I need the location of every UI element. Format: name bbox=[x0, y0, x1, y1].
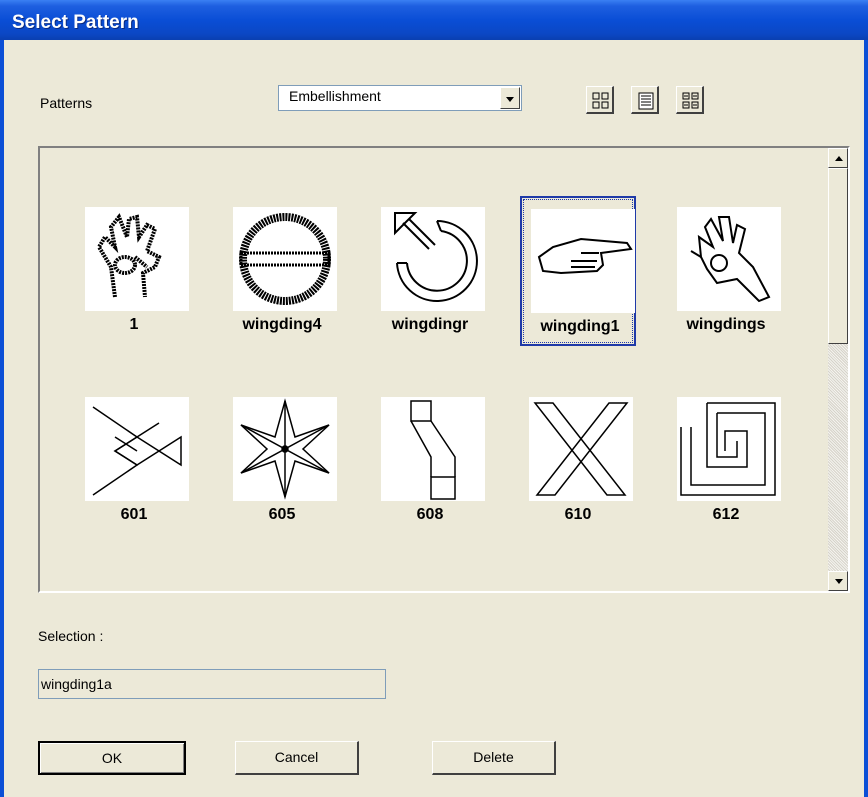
pattern-label: wingding1 bbox=[540, 318, 620, 335]
chevron-down-icon bbox=[506, 97, 514, 102]
title-bar: Select Pattern bbox=[0, 0, 868, 40]
window-title: Select Pattern bbox=[12, 12, 139, 33]
pattern-item[interactable]: 605 bbox=[224, 386, 340, 536]
diamond-chain-icon bbox=[92, 406, 182, 496]
ok-hand-icon bbox=[690, 216, 771, 303]
pattern-thumbnail bbox=[381, 207, 485, 311]
small-icons-icon bbox=[682, 92, 699, 109]
pattern-label: 610 bbox=[564, 506, 592, 523]
pattern-item[interactable]: 608 bbox=[372, 386, 488, 536]
large-icons-view-button[interactable] bbox=[586, 86, 614, 114]
pattern-thumbnail bbox=[531, 209, 635, 313]
pattern-label: 601 bbox=[120, 506, 148, 523]
zigzag-squares-icon bbox=[410, 400, 456, 500]
pattern-thumbnail bbox=[233, 207, 337, 311]
vertical-scrollbar[interactable] bbox=[828, 148, 848, 591]
pattern-label: wingdings bbox=[686, 316, 766, 333]
category-select[interactable]: Embellishment bbox=[278, 85, 522, 111]
large-icons-icon bbox=[592, 92, 609, 109]
pattern-item[interactable]: 612 bbox=[668, 386, 784, 536]
pattern-label: 608 bbox=[416, 506, 444, 523]
chevron-down-icon bbox=[835, 579, 843, 584]
selection-label: Selection : bbox=[38, 628, 104, 644]
pattern-item-selected[interactable]: wingding1 bbox=[520, 196, 636, 346]
circle-bar-icon bbox=[239, 213, 331, 305]
window-frame-right bbox=[864, 40, 868, 797]
window-frame-left bbox=[0, 40, 4, 797]
pattern-item[interactable]: 1 bbox=[76, 196, 192, 346]
pattern-label: 605 bbox=[268, 506, 296, 523]
x-cross-icon bbox=[533, 402, 629, 496]
scroll-down-button[interactable] bbox=[828, 571, 848, 591]
dropdown-button[interactable] bbox=[500, 87, 520, 109]
pointing-hand-icon bbox=[537, 237, 633, 275]
pattern-item[interactable]: wingding4 bbox=[224, 196, 340, 346]
circular-arrow-icon bbox=[394, 212, 478, 302]
pattern-item[interactable]: wingdingr bbox=[372, 196, 488, 346]
selection-field[interactable]: wingding1a bbox=[38, 669, 386, 699]
pattern-thumbnail bbox=[85, 207, 189, 311]
pattern-label: wingdingr bbox=[391, 316, 469, 333]
pattern-thumbnail bbox=[233, 397, 337, 501]
scroll-up-button[interactable] bbox=[828, 148, 848, 168]
pattern-item[interactable]: 601 bbox=[76, 386, 192, 536]
pattern-thumbnail bbox=[381, 397, 485, 501]
pattern-item[interactable]: 610 bbox=[520, 386, 636, 536]
small-icons-view-button[interactable] bbox=[676, 86, 704, 114]
pattern-label: 1 bbox=[129, 316, 139, 333]
pattern-thumbnail bbox=[677, 207, 781, 311]
pattern-item[interactable]: wingdings bbox=[668, 196, 784, 346]
chevron-up-icon bbox=[835, 156, 843, 161]
pattern-label: 612 bbox=[712, 506, 740, 523]
pattern-thumbnail bbox=[677, 397, 781, 501]
spiral-icon bbox=[680, 402, 776, 496]
delete-button[interactable]: Delete bbox=[432, 741, 556, 775]
list-view-button[interactable] bbox=[631, 86, 659, 114]
pattern-thumbnail bbox=[85, 397, 189, 501]
cancel-button[interactable]: Cancel bbox=[235, 741, 359, 775]
patterns-label: Patterns bbox=[40, 95, 93, 111]
hand-gesture-icon bbox=[96, 213, 162, 298]
pattern-thumbnail bbox=[529, 397, 633, 501]
pattern-list[interactable]: 1 wingding4 wingdingr wingding1 wingding… bbox=[38, 146, 850, 593]
star-icon bbox=[240, 398, 330, 500]
category-select-value: Embellishment bbox=[289, 88, 381, 104]
scroll-thumb[interactable] bbox=[828, 168, 848, 344]
pattern-label: wingding4 bbox=[242, 316, 322, 333]
list-view-icon bbox=[638, 92, 654, 110]
ok-button[interactable]: OK bbox=[38, 741, 186, 775]
